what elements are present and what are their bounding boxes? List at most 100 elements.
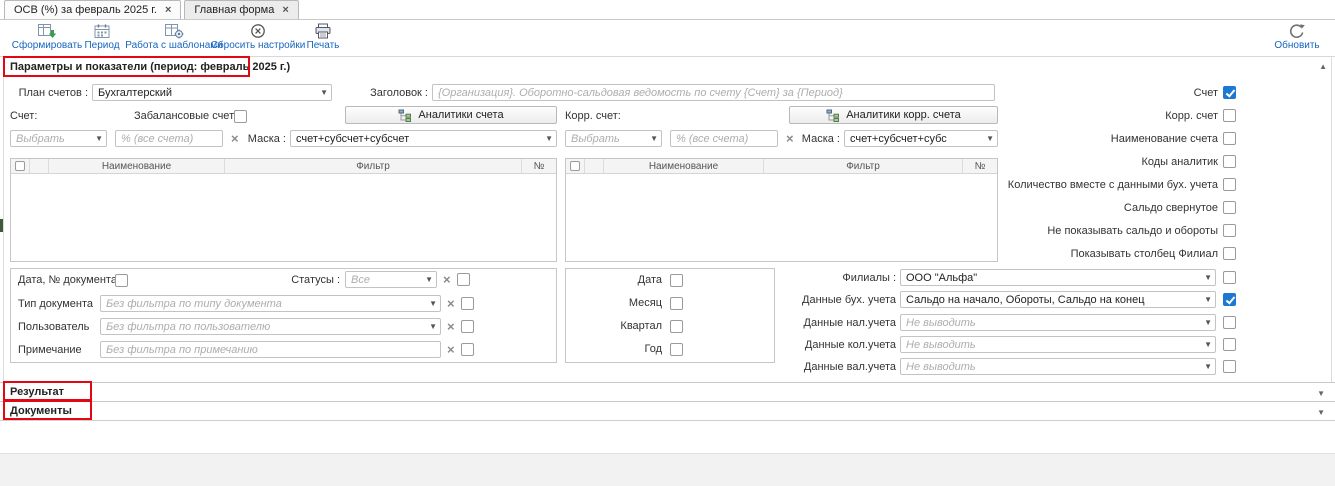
corr-mask-input[interactable] xyxy=(670,130,778,147)
mask-select[interactable]: счет+субсчет+субсчет ▼ xyxy=(290,130,557,147)
quantity-data-select[interactable]: Не выводить ▼ xyxy=(900,336,1216,353)
quantity-data-label: Данные кол.учета xyxy=(780,337,896,354)
clear-icon[interactable]: × xyxy=(447,320,455,333)
chart-of-accounts-select[interactable]: Бухгалтерский ▼ xyxy=(92,84,332,101)
note-input[interactable] xyxy=(100,341,441,358)
expand-down-icon[interactable]: ▼ xyxy=(1317,408,1325,417)
accounting-data-select[interactable]: Сальдо на начало, Обороты, Сальдо на кон… xyxy=(900,291,1216,308)
period-button[interactable]: Период xyxy=(80,23,124,51)
tab-osv-report[interactable]: ОСВ (%) за февраль 2025 г. × xyxy=(4,0,181,19)
quarter-flag-checkbox[interactable] xyxy=(670,320,683,333)
reset-icon xyxy=(250,23,266,39)
month-flag-label: Месяц xyxy=(570,295,662,312)
account-grid-body[interactable] xyxy=(11,174,556,261)
print-icon xyxy=(314,23,332,39)
corr-account-select[interactable]: Выбрать ▼ xyxy=(565,130,662,147)
clear-icon[interactable]: × xyxy=(447,343,455,356)
chevron-down-icon: ▼ xyxy=(1204,340,1212,350)
reset-settings-button[interactable]: Сбросить настройки xyxy=(212,23,304,51)
chevron-down-icon: ▼ xyxy=(429,322,437,332)
account-select-placeholder: Выбрать xyxy=(16,133,65,145)
result-section-header[interactable]: Результат ▼ xyxy=(0,382,1335,401)
status-select[interactable]: Все ▼ xyxy=(345,271,437,288)
chevron-down-icon: ▼ xyxy=(650,134,658,144)
expand-down-icon[interactable]: ▼ xyxy=(1317,389,1325,398)
option-label-analytics-codes: Коды аналитик xyxy=(930,154,1218,171)
option-checkbox-quantity[interactable] xyxy=(1223,178,1236,191)
account-analytics-button[interactable]: Аналитики счета xyxy=(345,106,557,124)
month-flag-checkbox[interactable] xyxy=(670,297,683,310)
option-checkbox-account-name[interactable] xyxy=(1223,132,1236,145)
option-checkbox-collapsed-balance[interactable] xyxy=(1223,201,1236,214)
print-label: Печать xyxy=(307,40,340,51)
year-flag-checkbox[interactable] xyxy=(670,343,683,356)
year-flag-label: Год xyxy=(570,341,662,358)
account-analytics-label: Аналитики счета xyxy=(418,109,503,121)
user-checkbox[interactable] xyxy=(461,320,474,333)
chevron-down-icon: ▼ xyxy=(1204,362,1212,372)
quantity-data-checkbox[interactable] xyxy=(1223,338,1236,351)
documents-section-header[interactable]: Документы ▼ xyxy=(0,401,1335,420)
option-label-account: Счет xyxy=(930,85,1218,102)
quarter-flag-label: Квартал xyxy=(570,318,662,335)
option-checkbox-account[interactable] xyxy=(1223,86,1236,99)
reset-label: Сбросить настройки xyxy=(211,40,306,51)
clear-icon[interactable]: × xyxy=(786,132,794,145)
collapse-up-icon[interactable]: ▲ xyxy=(1319,62,1327,71)
tax-data-select[interactable]: Не выводить ▼ xyxy=(900,314,1216,331)
mask-label: Маска : xyxy=(242,131,286,148)
generate-icon xyxy=(37,23,57,39)
account-mask-input[interactable] xyxy=(115,130,223,147)
offbalance-label: Забалансовые счета xyxy=(134,108,240,125)
currency-data-checkbox[interactable] xyxy=(1223,360,1236,373)
clear-icon[interactable]: × xyxy=(231,132,239,145)
templates-button[interactable]: Работа с шаблонами xyxy=(126,23,222,51)
status-checkbox[interactable] xyxy=(457,273,470,286)
grid-spacer-cell xyxy=(30,159,49,173)
chevron-down-icon: ▼ xyxy=(425,275,433,285)
option-checkbox-analytics-codes[interactable] xyxy=(1223,155,1236,168)
hierarchy-icon xyxy=(398,109,412,122)
option-checkbox-branch-column[interactable] xyxy=(1223,247,1236,260)
option-label-corr-account: Корр. счет xyxy=(930,108,1218,125)
clear-icon[interactable]: × xyxy=(447,297,455,310)
note-checkbox[interactable] xyxy=(461,343,474,356)
col-num: № xyxy=(522,159,556,173)
col-filter: Фильтр xyxy=(225,159,522,173)
doc-type-select[interactable]: Без фильтра по типу документа ▼ xyxy=(100,295,441,312)
branches-checkbox[interactable] xyxy=(1223,271,1236,284)
option-checkbox-corr-account[interactable] xyxy=(1223,109,1236,122)
refresh-icon xyxy=(1288,23,1306,39)
generate-button[interactable]: Сформировать xyxy=(14,23,80,51)
offbalance-checkbox[interactable] xyxy=(234,110,247,123)
chevron-down-icon: ▼ xyxy=(320,88,328,98)
branches-select[interactable]: ООО "Альфа" ▼ xyxy=(900,269,1216,286)
tax-data-checkbox[interactable] xyxy=(1223,316,1236,329)
option-label-account-name: Наименование счета xyxy=(930,131,1218,148)
date-flag-label: Дата xyxy=(570,272,662,289)
clear-icon[interactable]: × xyxy=(443,273,451,286)
select-all-checkbox[interactable] xyxy=(15,161,25,171)
close-icon[interactable]: × xyxy=(165,5,171,16)
doc-type-placeholder: Без фильтра по типу документа xyxy=(106,298,282,310)
date-num-checkbox[interactable] xyxy=(115,274,128,287)
currency-data-select[interactable]: Не выводить ▼ xyxy=(900,358,1216,375)
tab-main-form[interactable]: Главная форма × xyxy=(184,0,298,19)
date-flag-checkbox[interactable] xyxy=(670,274,683,287)
close-icon[interactable]: × xyxy=(282,5,288,16)
accounting-data-value: Сальдо на начало, Обороты, Сальдо на кон… xyxy=(906,294,1145,306)
header-input[interactable] xyxy=(432,84,995,101)
select-all-checkbox[interactable] xyxy=(570,161,580,171)
header-label: Заголовок : xyxy=(358,85,428,102)
corr-account-label: Корр. счет: xyxy=(565,108,621,125)
accounting-data-checkbox[interactable] xyxy=(1223,293,1236,306)
print-button[interactable]: Печать xyxy=(303,23,343,51)
user-select[interactable]: Без фильтра по пользователю ▼ xyxy=(100,318,441,335)
doc-type-checkbox[interactable] xyxy=(461,297,474,310)
option-checkbox-hide-balance[interactable] xyxy=(1223,224,1236,237)
left-edge-marker xyxy=(0,219,3,232)
refresh-button[interactable]: Обновить xyxy=(1271,23,1323,51)
footer-area xyxy=(0,453,1335,486)
chevron-down-icon: ▼ xyxy=(545,134,553,144)
account-select[interactable]: Выбрать ▼ xyxy=(10,130,107,147)
